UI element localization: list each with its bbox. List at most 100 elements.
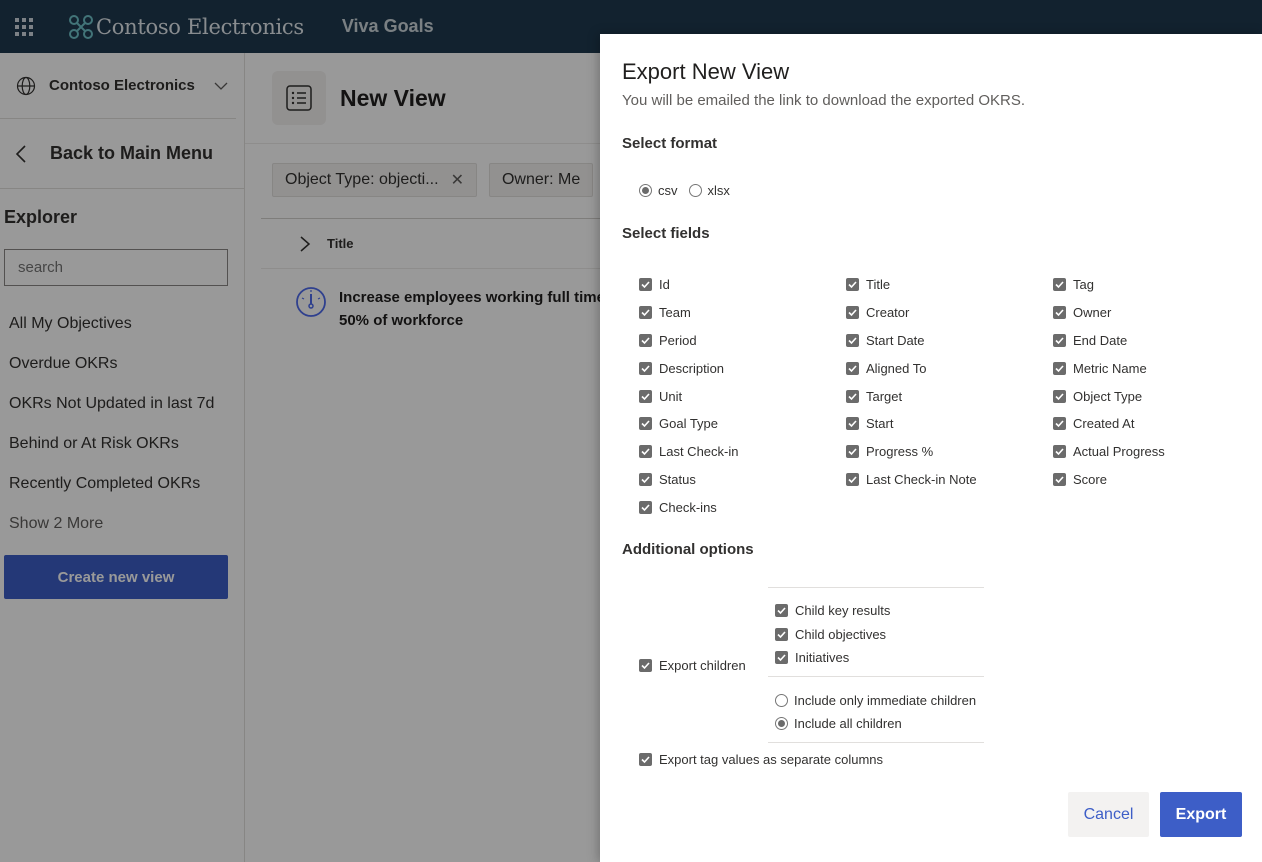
field-option[interactable]: Tag (1053, 271, 1260, 299)
child-option-label: Child key results (795, 603, 891, 619)
export-tags-option[interactable]: Export tag values as separate columns (639, 752, 883, 767)
field-label: Target (866, 388, 903, 404)
select-fields-heading: Select fields (622, 225, 710, 242)
field-checkbox[interactable] (1053, 472, 1066, 486)
children-options-box: Child key results Child objectives Initi… (768, 587, 984, 743)
field-label: Created At (1073, 416, 1135, 432)
field-checkbox[interactable] (639, 445, 652, 459)
field-checkbox[interactable] (639, 333, 652, 347)
field-option[interactable]: Created At (1053, 410, 1260, 438)
child-option-label: Initiatives (795, 650, 850, 666)
all-children-radio[interactable] (775, 717, 788, 731)
field-option[interactable]: Period (639, 327, 846, 355)
field-checkbox[interactable] (639, 278, 652, 292)
field-option[interactable]: Last Check-in (639, 438, 846, 466)
field-option[interactable]: Start Date (846, 327, 1053, 355)
field-label: Creator (866, 305, 910, 321)
field-checkbox[interactable] (1053, 445, 1066, 459)
field-option[interactable]: Id (639, 271, 846, 299)
field-checkbox[interactable] (846, 472, 859, 486)
field-label: Aligned To (866, 360, 927, 376)
field-option[interactable]: Metric Name (1053, 354, 1260, 382)
field-checkbox[interactable] (846, 278, 859, 292)
field-checkbox[interactable] (639, 472, 652, 486)
child-objectives-option[interactable]: Child objectives (775, 623, 984, 647)
export-tags-checkbox[interactable] (639, 753, 652, 766)
field-label: Last Check-in (659, 444, 739, 460)
dialog-title: Export New View (622, 59, 790, 84)
format-radio-xlsx[interactable] (688, 184, 702, 197)
field-option[interactable]: Start (846, 410, 1053, 438)
field-label: Description (659, 360, 725, 376)
field-checkbox[interactable] (846, 445, 859, 459)
field-label: Goal Type (659, 416, 719, 432)
field-option[interactable]: Object Type (1053, 382, 1260, 410)
child-key-results-checkbox[interactable] (775, 604, 788, 618)
field-option[interactable]: Last Check-in Note (846, 466, 1053, 494)
initiatives-option[interactable]: Initiatives (775, 646, 984, 670)
field-option[interactable]: Status (639, 466, 846, 494)
field-checkbox[interactable] (639, 389, 652, 403)
field-option[interactable]: Score (1053, 466, 1260, 494)
field-label: End Date (1073, 332, 1128, 348)
field-label: Id (659, 277, 670, 293)
field-checkbox[interactable] (1053, 389, 1066, 403)
field-option[interactable]: Title (846, 271, 1053, 299)
child-objectives-checkbox[interactable] (775, 627, 788, 641)
field-label: Score (1073, 471, 1107, 487)
field-option[interactable]: Team (639, 299, 846, 327)
field-label: Actual Progress (1073, 444, 1165, 460)
field-checkbox[interactable] (1053, 417, 1066, 431)
field-label: Period (659, 332, 697, 348)
field-option[interactable]: Creator (846, 299, 1053, 327)
format-label-xlsx[interactable]: xlsx (708, 183, 730, 198)
immediate-children-option[interactable]: Include only immediate children (775, 689, 984, 713)
field-option[interactable]: Description (639, 354, 846, 382)
export-children-checkbox[interactable] (639, 659, 652, 672)
field-checkbox[interactable] (1053, 333, 1066, 347)
field-option[interactable]: End Date (1053, 327, 1260, 355)
field-checkbox[interactable] (639, 500, 652, 514)
field-option[interactable]: Owner (1053, 299, 1260, 327)
cancel-button[interactable]: Cancel (1068, 792, 1149, 837)
field-checkbox[interactable] (639, 417, 652, 431)
child-key-results-option[interactable]: Child key results (775, 599, 984, 623)
field-label: Status (659, 471, 696, 487)
field-checkbox[interactable] (639, 306, 652, 320)
dialog-subtitle: You will be emailed the link to download… (622, 92, 1026, 109)
all-children-option[interactable]: Include all children (775, 712, 984, 736)
field-option[interactable]: Goal Type (639, 410, 846, 438)
field-checkbox[interactable] (639, 361, 652, 375)
field-option[interactable]: Actual Progress (1053, 438, 1260, 466)
field-label: Team (659, 305, 691, 321)
field-checkbox[interactable] (846, 389, 859, 403)
export-dialog: Export New View You will be emailed the … (600, 34, 1262, 862)
child-option-label: Child objectives (795, 626, 887, 642)
field-checkbox[interactable] (1053, 361, 1066, 375)
select-format-heading: Select format (622, 135, 718, 152)
field-option[interactable]: Unit (639, 382, 846, 410)
format-label-csv[interactable]: csv (658, 183, 678, 198)
field-label: Progress % (866, 444, 934, 460)
field-label: Object Type (1073, 388, 1143, 404)
field-option[interactable]: Progress % (846, 438, 1053, 466)
field-label: Metric Name (1073, 360, 1147, 376)
field-checkbox[interactable] (846, 333, 859, 347)
field-option[interactable]: Aligned To (846, 354, 1053, 382)
field-checkbox[interactable] (846, 361, 859, 375)
field-checkbox[interactable] (846, 417, 859, 431)
format-radio-csv[interactable] (639, 184, 652, 197)
export-button[interactable]: Export (1160, 792, 1242, 837)
field-checkbox[interactable] (846, 306, 859, 320)
field-checkbox[interactable] (1053, 306, 1066, 320)
immediate-children-radio[interactable] (775, 693, 788, 707)
field-checkbox[interactable] (1053, 278, 1066, 292)
initiatives-checkbox[interactable] (775, 651, 788, 665)
field-option[interactable]: Check-ins (639, 493, 846, 521)
field-label: Unit (659, 388, 683, 404)
field-label: Title (866, 277, 891, 293)
field-label: Tag (1073, 277, 1094, 293)
field-option[interactable]: Target (846, 382, 1053, 410)
export-children-option[interactable]: Export children (639, 658, 746, 673)
child-types-group: Child key results Child objectives Initi… (768, 587, 984, 676)
